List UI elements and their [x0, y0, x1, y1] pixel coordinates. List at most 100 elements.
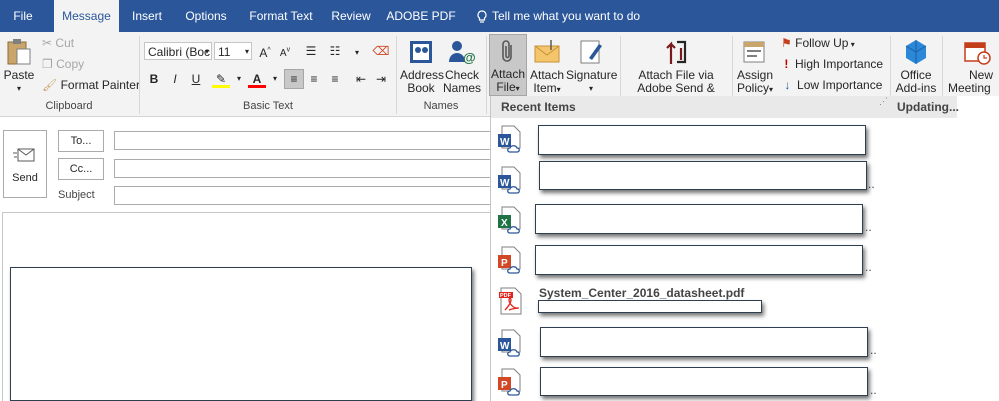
font-size-value: 11 — [218, 45, 231, 59]
font-color-dropdown[interactable]: ▾ — [266, 70, 284, 88]
flag-icon: ⚑ — [781, 36, 792, 50]
tab-options[interactable]: Options — [178, 0, 234, 32]
chevron-down-icon: ▾ — [588, 84, 593, 93]
check-names-icon: @ — [449, 41, 476, 65]
decrease-indent-icon: ⇤ — [355, 72, 367, 86]
tab-insert[interactable]: Insert — [125, 0, 169, 32]
separator — [396, 36, 397, 114]
svg-text:W: W — [500, 341, 510, 352]
cc-button[interactable]: Cc... — [58, 158, 104, 180]
increase-indent-button[interactable]: ⇥ — [372, 70, 390, 88]
format-painter-label: Format Painter — [60, 78, 140, 92]
copy-label: Copy — [56, 57, 85, 71]
menu-bar: File Message Insert Options Format Text … — [0, 0, 999, 32]
powerpoint-icon: P — [498, 368, 521, 396]
check-names-button[interactable]: @ Check Names — [443, 38, 481, 95]
underline-button[interactable]: U — [187, 70, 205, 88]
clipboard-group-label: Clipboard — [45, 100, 93, 112]
assign-line2: Policy▾ — [736, 81, 774, 95]
highlight-dropdown[interactable]: ▾ — [230, 70, 248, 88]
bullets-button[interactable]: ☰ — [302, 42, 320, 60]
copy-button[interactable]: ❐ Copy — [42, 57, 84, 71]
numbering-button[interactable]: ☷ — [326, 42, 344, 60]
shrink-font-icon: Av — [279, 47, 291, 60]
highlight-button[interactable]: ✎ — [212, 70, 230, 88]
adobe-send-track-icon — [666, 40, 687, 64]
tab-review[interactable]: Review — [326, 0, 376, 32]
redacted-box — [539, 161, 867, 190]
office-addins-icon — [905, 40, 927, 64]
powerpoint-icon: P — [498, 246, 521, 274]
separator — [486, 36, 487, 114]
attach-file-button[interactable]: Attach File▾ — [489, 34, 527, 96]
subject-label: Subject — [58, 189, 95, 201]
assign-policy-button[interactable]: Assign Policy▾ — [734, 38, 776, 96]
chevron-down-icon: ▾ — [848, 40, 855, 49]
send-button[interactable]: Send — [3, 130, 47, 198]
truncation-ellipsis: .. — [865, 220, 872, 234]
attach-item-button[interactable]: Attach Item▾ — [528, 38, 566, 96]
signature-icon — [580, 40, 602, 64]
paintbrush-icon: 🖌 — [42, 78, 58, 92]
paste-dropdown-arrow: ▾ — [16, 84, 21, 93]
shrink-font-button[interactable]: Av — [276, 42, 294, 60]
recent-items-header: Recent Items ⋰ Updating... — [491, 96, 959, 118]
truncation-ellipsis: .. — [870, 343, 877, 357]
tell-me-box[interactable]: Tell me what you want to do — [476, 0, 640, 32]
send-label: Send — [12, 172, 38, 184]
svg-text:@: @ — [463, 50, 476, 65]
font-name-combo[interactable]: Calibri (Boc ▾ — [144, 42, 212, 60]
word-icon: W — [498, 166, 521, 194]
follow-up-label: Follow Up — [795, 36, 849, 50]
truncation-ellipsis: .. — [865, 260, 872, 274]
tab-file[interactable]: File — [0, 0, 46, 32]
align-left-icon: ≡ — [290, 72, 298, 86]
updating-status: Updating... — [897, 100, 959, 114]
redacted-box — [10, 267, 472, 401]
exclamation-icon: ! — [781, 57, 792, 71]
redacted-box — [538, 300, 762, 313]
decrease-indent-button[interactable]: ⇤ — [352, 70, 370, 88]
policy-icon — [743, 41, 765, 63]
grow-font-button[interactable]: A^ — [256, 42, 274, 60]
pdf-icon: PDF — [499, 287, 522, 315]
numbering-icon: ☷ — [329, 44, 341, 58]
word-icon: W — [498, 125, 521, 153]
align-right-icon: ≡ — [331, 72, 339, 86]
office-addins-button[interactable]: Office Add-ins — [893, 38, 939, 95]
address-book-line2: Book — [407, 81, 435, 95]
align-center-icon: ≡ — [310, 72, 318, 86]
format-painter-button[interactable]: 🖌 Format Painter — [42, 78, 140, 92]
clear-formatting-button[interactable]: ⌫ — [372, 42, 390, 60]
numbering-dropdown[interactable]: ▾ — [348, 42, 366, 60]
tab-format-text[interactable]: Format Text — [244, 0, 318, 32]
word-icon: W — [498, 329, 521, 357]
calendar-clock-icon — [964, 42, 991, 65]
basic-text-group-label: Basic Text — [243, 100, 293, 112]
address-book-button[interactable]: Address Book — [400, 38, 444, 95]
chevron-down-icon: ▾ — [354, 48, 359, 57]
italic-button[interactable]: I — [166, 70, 184, 88]
bold-button[interactable]: B — [145, 70, 163, 88]
low-importance-button[interactable]: ↓ Low Importance — [781, 78, 882, 92]
paste-button[interactable]: Paste ▾ — [2, 38, 36, 95]
arrow-down-icon: ↓ — [781, 78, 794, 92]
follow-up-button[interactable]: ⚑ Follow Up ▾ — [781, 36, 855, 50]
attach-file-line2: File▾ — [496, 80, 520, 94]
cut-button[interactable]: ✂ Cut — [42, 36, 74, 50]
align-left-button[interactable]: ≡ — [284, 69, 304, 89]
font-color-button[interactable]: A — [248, 70, 266, 88]
align-center-button[interactable]: ≡ — [305, 70, 323, 88]
eraser-icon: ⌫ — [372, 44, 390, 58]
redacted-box — [538, 125, 866, 155]
tab-message[interactable]: Message — [54, 0, 119, 32]
signature-button[interactable]: Signature ▾ — [566, 38, 617, 95]
tab-adobe-pdf[interactable]: ADOBE PDF — [386, 0, 456, 32]
scissors-icon: ✂ — [42, 36, 53, 50]
chevron-down-icon: ▾ — [236, 74, 241, 83]
to-button[interactable]: To... — [58, 130, 104, 152]
high-importance-button[interactable]: ! High Importance — [781, 57, 883, 71]
address-book-icon — [410, 41, 432, 63]
align-right-button[interactable]: ≡ — [326, 70, 344, 88]
font-size-combo[interactable]: 11 ▾ — [214, 42, 252, 60]
